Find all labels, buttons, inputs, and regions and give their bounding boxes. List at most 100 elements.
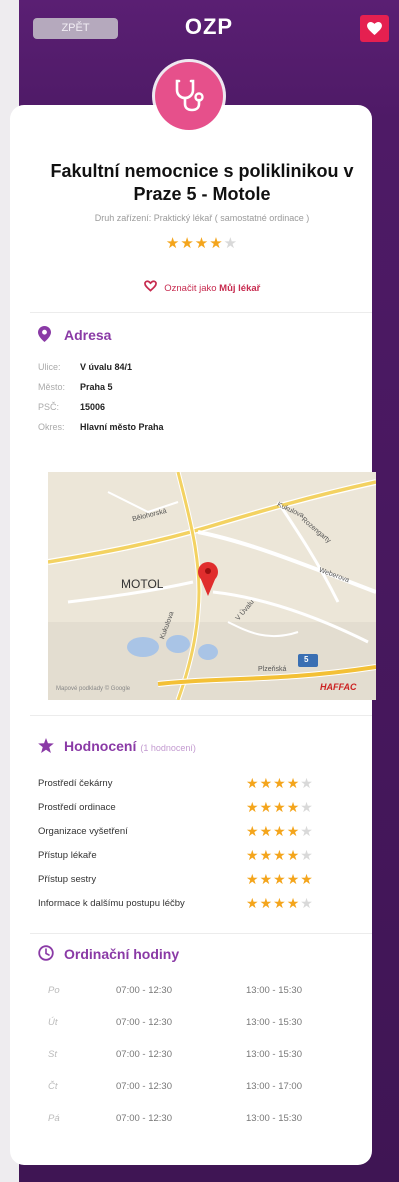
star-filled-icon: ★: [286, 871, 301, 887]
map-district-label: MOTOL: [121, 577, 164, 591]
location-map[interactable]: MOTOL Bělohorská Kukulova Rozengarty Web…: [48, 472, 376, 700]
hours-afternoon: 13:00 - 15:30: [246, 1113, 302, 1124]
address-label: Ulice:: [38, 362, 61, 372]
location-pin-icon: [38, 326, 54, 345]
stethoscope-icon: [175, 79, 204, 112]
rating-stars: ★★★★★: [246, 799, 314, 816]
facility-rating: ★★★★★: [22, 234, 382, 252]
star-empty-icon: ★: [300, 799, 314, 815]
facility-name: Fakultní nemocnice s poliklinikou v Praz…: [22, 160, 382, 206]
star-filled-icon: ★: [259, 847, 274, 863]
ratings-heading-text: Hodnocení: [64, 738, 137, 754]
star-filled-icon: ★: [273, 775, 287, 791]
star-filled-icon: ★: [273, 823, 287, 839]
star-filled-icon: ★: [273, 871, 287, 887]
star-empty-icon: ★: [300, 775, 314, 791]
address-label: PSČ:: [38, 402, 60, 412]
map-route-number: 5: [304, 655, 309, 664]
star-filled-icon: ★: [286, 823, 301, 839]
star-filled-icon: ★: [286, 775, 301, 791]
star-filled-icon: ★: [286, 799, 301, 815]
rating-criterion: Organizace vyšetření: [38, 826, 128, 837]
address-value: V úvalu 84/1: [80, 362, 133, 372]
divider: [30, 933, 372, 934]
address-value: Praha 5: [80, 382, 113, 392]
star-filled-icon: ★: [246, 895, 260, 911]
rating-stars: ★★★★★: [246, 847, 314, 864]
hours-heading: Ordinační hodiny: [38, 945, 179, 964]
star-icon: [38, 738, 54, 756]
rating-row: Informace k dalšímu postupu léčby ★★★★★: [38, 895, 368, 915]
star-filled-icon: ★: [259, 775, 274, 791]
hours-morning: 07:00 - 12:30: [116, 1049, 172, 1060]
map-road-label: Plzeňská: [258, 666, 287, 673]
favorite-button[interactable]: [360, 15, 389, 42]
divider: [30, 715, 372, 716]
hours-morning: 07:00 - 12:30: [116, 1113, 172, 1124]
star-filled-icon: ★: [286, 847, 301, 863]
star-filled-icon: ★: [286, 895, 301, 911]
rating-criterion: Přístup sestry: [38, 874, 97, 885]
star-filled-icon: ★: [194, 235, 210, 252]
map-brand: HAFFAC: [320, 682, 357, 692]
rating-stars: ★★★★★: [246, 823, 314, 840]
star-filled-icon: ★: [246, 847, 260, 863]
star-filled-icon: ★: [273, 895, 287, 911]
star-filled-icon: ★: [209, 235, 224, 252]
star-filled-icon: ★: [259, 823, 274, 839]
star-filled-icon: ★: [246, 775, 260, 791]
heart-icon: [367, 22, 382, 35]
rating-criterion: Prostředí ordinace: [38, 802, 116, 813]
address-heading-text: Adresa: [64, 327, 112, 343]
hours-afternoon: 13:00 - 15:30: [246, 1017, 302, 1028]
hours-afternoon: 13:00 - 15:30: [246, 1049, 302, 1060]
app-logo: OZP: [184, 14, 234, 39]
address-label: Město:: [38, 382, 66, 392]
address-label: Okres:: [38, 422, 65, 432]
map-attribution: Mapové podklady © Google: [56, 686, 131, 692]
hours-morning: 07:00 - 12:30: [116, 1017, 172, 1028]
star-filled-icon: ★: [259, 895, 274, 911]
rating-stars: ★★★★★: [246, 871, 314, 888]
top-bar: ZPĚT OZP: [19, 0, 399, 60]
hours-day: Út: [48, 1017, 58, 1028]
map-canvas: [48, 472, 376, 700]
hours-day: Pá: [48, 1113, 60, 1124]
rating-stars: ★★★★★: [246, 895, 314, 912]
clock-icon: [38, 945, 54, 964]
hours-day: Čt: [48, 1081, 58, 1092]
star-filled-icon: ★: [259, 799, 274, 815]
star-empty-icon: ★: [300, 823, 314, 839]
hours-afternoon: 13:00 - 15:30: [246, 985, 302, 996]
mark-as-my-doctor-link[interactable]: Označit jako Můj lékař: [22, 280, 382, 295]
facility-name-line2: Praze 5 - Motole: [133, 184, 271, 204]
hours-day: St: [48, 1049, 57, 1060]
rating-row: Přístup lékaře ★★★★★: [38, 847, 368, 867]
star-filled-icon: ★: [300, 871, 314, 887]
star-filled-icon: ★: [246, 799, 260, 815]
star-filled-icon: ★: [259, 871, 274, 887]
star-filled-icon: ★: [246, 871, 260, 887]
mark-prefix: Označit jako: [164, 283, 217, 294]
rating-criterion: Informace k dalšímu postupu léčby: [38, 898, 185, 909]
stethoscope-badge: [155, 62, 223, 130]
rating-criterion: Prostředí čekárny: [38, 778, 113, 789]
address-value: Hlavní město Praha: [80, 422, 164, 432]
ratings-heading: Hodnocení (1 hodnocení): [38, 738, 196, 756]
address-value: 15006: [80, 402, 106, 412]
hours-morning: 07:00 - 12:30: [116, 985, 172, 996]
ratings-count: (1 hodnocení): [140, 743, 196, 753]
facility-name-line1: Fakultní nemocnice s poliklinikou v: [50, 161, 354, 181]
star-filled-icon: ★: [180, 235, 195, 252]
divider: [30, 312, 372, 313]
star-filled-icon: ★: [273, 799, 287, 815]
star-empty-icon: ★: [223, 235, 239, 252]
rating-row: Prostředí ordinace ★★★★★: [38, 799, 368, 819]
mark-label: Můj lékař: [219, 283, 261, 294]
heart-outline-icon: [143, 280, 161, 295]
star-filled-icon: ★: [246, 823, 260, 839]
rating-row: Organizace vyšetření ★★★★★: [38, 823, 368, 843]
rating-row: Přístup sestry ★★★★★: [38, 871, 368, 891]
rating-criterion: Přístup lékaře: [38, 850, 97, 861]
star-empty-icon: ★: [300, 895, 314, 911]
